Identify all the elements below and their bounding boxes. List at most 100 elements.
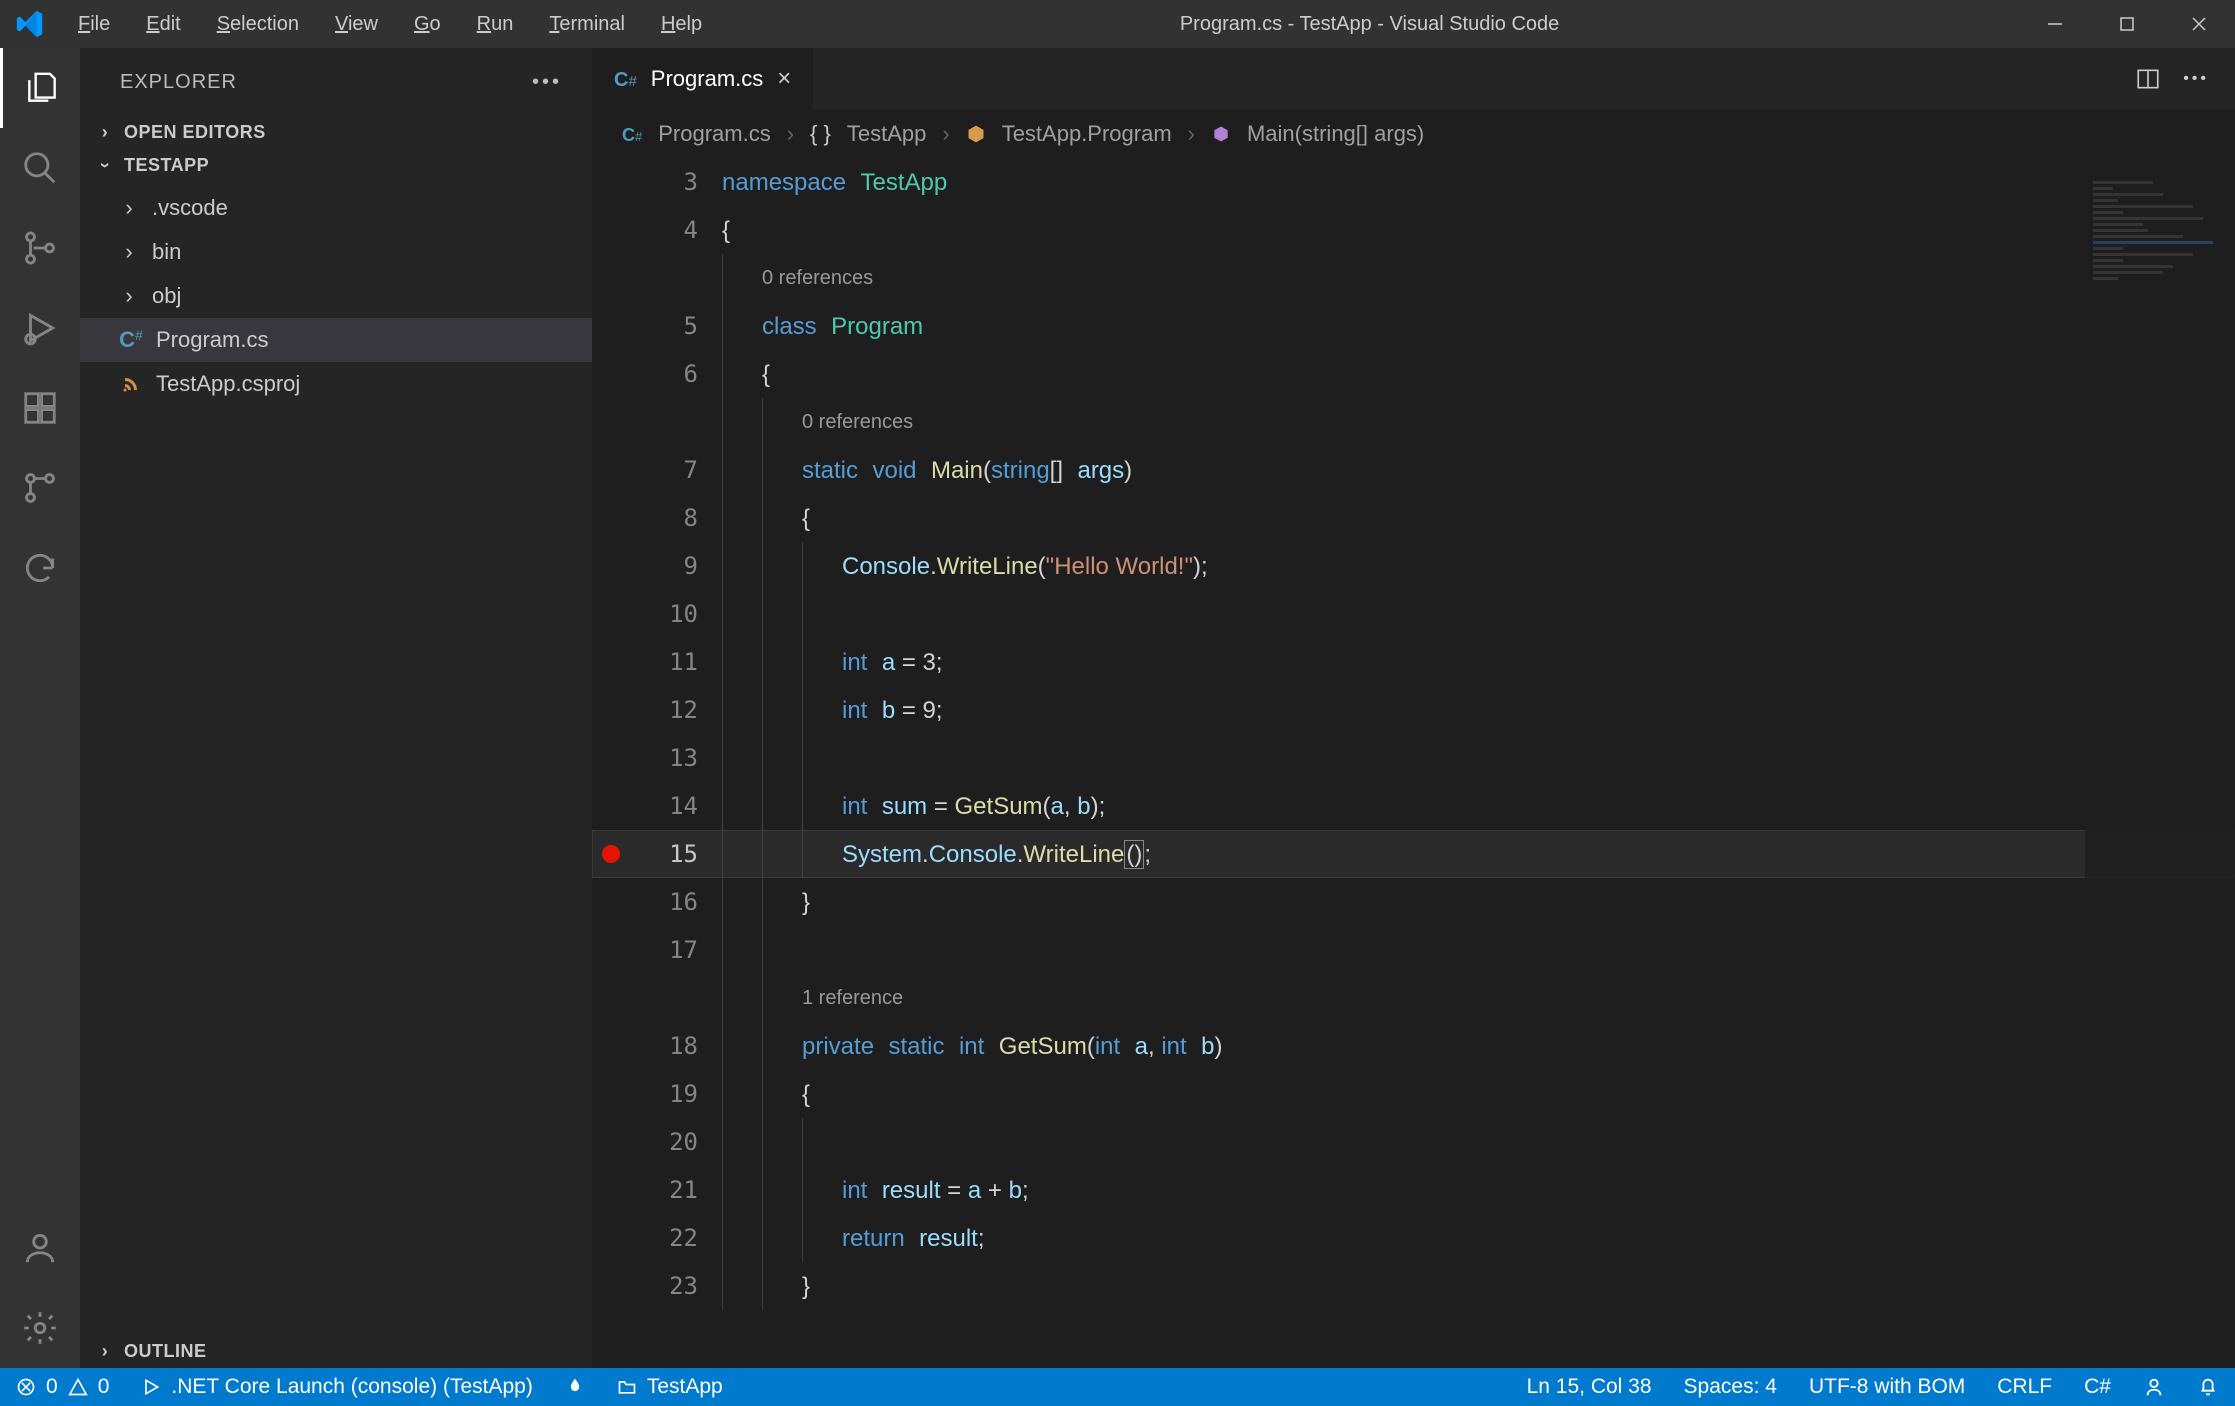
line-number: 13 [622, 744, 722, 772]
line-number: 9 [622, 552, 722, 580]
status-feedback-icon[interactable] [2127, 1368, 2181, 1406]
menu-selection[interactable]: SelectionSelection [199, 0, 317, 48]
line-number: 5 [622, 312, 722, 340]
outline-section[interactable]: › OUTLINE [80, 1335, 592, 1368]
menu-bar: FFileile EditEdit SelectionSelection Vie… [60, 0, 720, 48]
source-control-icon[interactable] [0, 208, 80, 288]
minimap[interactable] [2085, 158, 2235, 1368]
editor-tabs: C# Program.cs × ••• [592, 48, 2235, 110]
menu-run[interactable]: RunRun [459, 0, 532, 48]
editor-more-icon[interactable]: ••• [2183, 70, 2209, 88]
breadcrumb-namespace[interactable]: TestApp [847, 121, 927, 147]
run-debug-icon[interactable] [0, 288, 80, 368]
open-editors-section[interactable]: › OPEN EDITORS [80, 116, 592, 149]
status-bar: 0 0 .NET Core Launch (console) (TestApp)… [0, 1368, 2235, 1406]
codelens-references[interactable]: 0 references [762, 267, 873, 290]
rss-file-icon [120, 375, 142, 393]
line-number: 19 [622, 1080, 722, 1108]
line-number: 3 [622, 168, 722, 196]
status-cursor-position[interactable]: Ln 15, Col 38 [1511, 1368, 1668, 1406]
line-number: 8 [622, 504, 722, 532]
braces-icon: { } [810, 121, 831, 147]
warning-count: 0 [98, 1375, 110, 1399]
search-icon[interactable] [0, 128, 80, 208]
line-number: 17 [622, 936, 722, 964]
split-editor-icon[interactable] [2135, 66, 2161, 92]
status-language[interactable]: C# [2068, 1368, 2127, 1406]
extensions-icon[interactable] [0, 368, 80, 448]
menu-terminal[interactable]: TerminalTerminal [531, 0, 643, 48]
chevron-right-icon: › [96, 122, 114, 143]
project-section[interactable]: › TESTAPP [80, 149, 592, 182]
sync-icon[interactable] [0, 528, 80, 608]
csharp-file-icon: C# [120, 327, 142, 353]
status-hot-reload[interactable] [549, 1368, 601, 1406]
line-number: 7 [622, 456, 722, 484]
open-editors-label: OPEN EDITORS [124, 122, 266, 143]
line-number: 18 [622, 1032, 722, 1060]
git-branches-icon[interactable] [0, 448, 80, 528]
status-folder-label: TestApp [647, 1375, 723, 1399]
menu-edit[interactable]: EditEdit [128, 0, 198, 48]
tab-label: Program.cs [651, 66, 763, 92]
project-label: TESTAPP [124, 155, 209, 176]
breadcrumbs[interactable]: C# Program.cs › { } TestApp › TestApp.Pr… [592, 110, 2235, 158]
status-launch-config[interactable]: .NET Core Launch (console) (TestApp) [125, 1368, 548, 1406]
menu-file[interactable]: FFileile [60, 0, 128, 48]
folder-bin[interactable]: ›bin [80, 230, 592, 274]
line-number: 11 [622, 648, 722, 676]
maximize-button[interactable] [2091, 0, 2163, 48]
status-eol[interactable]: CRLF [1981, 1368, 2068, 1406]
status-encoding[interactable]: UTF-8 with BOM [1793, 1368, 1981, 1406]
line-number: 4 [622, 216, 722, 244]
line-number: 21 [622, 1176, 722, 1204]
activity-bar [0, 48, 80, 1368]
code-editor[interactable]: 3namespace TestApp 4{ 0 references 5clas… [592, 158, 2235, 1368]
accounts-icon[interactable] [0, 1208, 80, 1288]
minimize-button[interactable] [2019, 0, 2091, 48]
folder-obj[interactable]: ›obj [80, 274, 592, 318]
breakpoint-icon[interactable] [602, 845, 620, 863]
line-number: 15 [622, 840, 722, 868]
line-number: 10 [622, 600, 722, 628]
line-number: 14 [622, 792, 722, 820]
codelens-references[interactable]: 1 reference [802, 987, 903, 1010]
folder-label: bin [152, 239, 181, 265]
file-tree: ›.vscode ›bin ›obj C# Program.cs TestApp… [80, 182, 592, 410]
file-program-cs[interactable]: C# Program.cs [80, 318, 592, 362]
close-window-button[interactable] [2163, 0, 2235, 48]
line-number: 22 [622, 1224, 722, 1252]
explorer-title: EXPLORER [120, 71, 237, 94]
explorer-more-icon[interactable]: ••• [532, 71, 562, 94]
menu-help[interactable]: HelpHelp [643, 0, 720, 48]
menu-view[interactable]: ViewView [317, 0, 396, 48]
codelens-references[interactable]: 0 references [802, 411, 913, 434]
breadcrumb-method[interactable]: Main(string[] args) [1247, 121, 1424, 147]
explorer-icon[interactable] [0, 48, 80, 128]
breadcrumb-class[interactable]: TestApp.Program [1002, 121, 1172, 147]
csharp-file-icon: C# [622, 121, 642, 147]
folder-vscode[interactable]: ›.vscode [80, 186, 592, 230]
chevron-down-icon: › [95, 157, 116, 175]
method-icon [1211, 124, 1231, 144]
settings-gear-icon[interactable] [0, 1288, 80, 1368]
close-tab-icon[interactable]: × [777, 65, 791, 93]
file-label: TestApp.csproj [156, 371, 300, 397]
line-number: 6 [622, 360, 722, 388]
explorer-sidebar: EXPLORER ••• › OPEN EDITORS › TESTAPP ›.… [80, 48, 592, 1368]
line-number: 23 [622, 1272, 722, 1300]
file-label: Program.cs [156, 327, 268, 353]
status-notifications-icon[interactable] [2181, 1368, 2235, 1406]
folder-label: .vscode [152, 195, 228, 221]
error-count: 0 [46, 1375, 58, 1399]
vscode-logo-icon [0, 9, 60, 39]
line-number: 12 [622, 696, 722, 724]
status-indentation[interactable]: Spaces: 4 [1668, 1368, 1793, 1406]
line-number: 16 [622, 888, 722, 916]
status-problems[interactable]: 0 0 [0, 1368, 125, 1406]
breadcrumb-file[interactable]: Program.cs [658, 121, 770, 147]
menu-go[interactable]: GoGo [396, 0, 459, 48]
status-folder[interactable]: TestApp [601, 1368, 739, 1406]
tab-program-cs[interactable]: C# Program.cs × [592, 48, 814, 110]
file-csproj[interactable]: TestApp.csproj [80, 362, 592, 406]
